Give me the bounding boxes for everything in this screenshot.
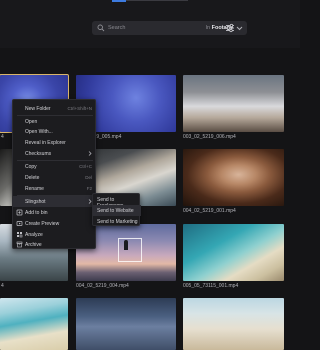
menu-item-shortcut: Ctrl+C: [79, 164, 92, 169]
asset-thumbnail-6[interactable]: [183, 149, 284, 206]
asset-caption-7b: 4: [1, 283, 4, 289]
search-input[interactable]: Search: [108, 25, 125, 31]
menu-item-new-folder[interactable]: New Folder Ctrl+Shift+N: [13, 103, 97, 114]
menu-item-label: Add to bin: [25, 210, 48, 216]
submenu-item-send-to-freelancers[interactable]: Send to Freelancers: [93, 194, 141, 209]
menu-item-label: Open: [25, 119, 38, 125]
menu-item-label: Open With...: [25, 129, 53, 135]
menu-item-archive[interactable]: Archive: [13, 239, 97, 250]
asset-thumbnail-11[interactable]: [76, 298, 176, 350]
menu-item-label: Analyze: [25, 232, 43, 238]
asset-caption-8: 004_02_5219_004.mp4: [76, 283, 129, 289]
preview-icon: [16, 221, 23, 226]
menu-item-label: New Folder: [25, 106, 51, 112]
asset-thumbnail-9[interactable]: [183, 224, 284, 281]
chevron-down-icon[interactable]: [236, 25, 243, 31]
menu-item-copy[interactable]: Copy Ctrl+C: [13, 161, 97, 172]
archive-icon: [16, 241, 23, 248]
menu-item-label: Create Preview: [25, 221, 60, 227]
top-tab-indicator: [112, 0, 188, 2]
menu-item-shortcut: Del: [85, 175, 92, 180]
submenu-item-label: Send to Website: [97, 208, 134, 214]
search-bar[interactable]: Search In Footage: [92, 21, 247, 35]
asset-caption-6: 004_02_5219_001.mp4: [183, 208, 236, 214]
menu-item-shortcut: Ctrl+Shift+N: [67, 106, 92, 111]
submenu-item-label: Send to Marketing: [97, 219, 138, 225]
menu-item-checksums[interactable]: Checksums: [13, 148, 97, 159]
menu-item-label: Rename: [25, 186, 44, 192]
menu-item-label: Reveal in Explorer: [25, 140, 66, 146]
menu-item-label: Archive: [25, 242, 42, 248]
asset-thumbnail-10[interactable]: [0, 298, 68, 350]
asset-caption-3: 003_02_5219_006.mp4: [183, 134, 236, 140]
menu-item-slingshot[interactable]: Slingshot: [13, 196, 97, 207]
active-tab-accent: [112, 0, 126, 2]
submenu-item-send-to-marketing[interactable]: Send to Marketing: [93, 216, 141, 227]
menu-item-create-preview[interactable]: Create Preview: [13, 218, 97, 229]
menu-item-delete[interactable]: Delete Del: [13, 172, 97, 183]
submenu-item-send-to-website[interactable]: Send to Website: [93, 205, 141, 216]
menu-item-add-to-bin[interactable]: Add to bin: [13, 207, 97, 218]
menu-item-label: Checksums: [25, 151, 52, 157]
chevron-right-icon: [88, 151, 92, 156]
menu-item-shortcut: F2: [86, 186, 92, 191]
search-scope-prefix: In: [205, 25, 211, 31]
asset-caption-9: 005_05_73115_001.mp4: [183, 283, 239, 289]
asset-caption-1b: 4: [1, 134, 4, 140]
menu-item-label: Slingshot: [25, 199, 46, 205]
menu-item-label: Delete: [25, 175, 40, 181]
menu-item-reveal-in-explorer[interactable]: Reveal in Explorer: [13, 137, 97, 148]
search-icon: [97, 24, 105, 32]
filter-icon[interactable]: [225, 23, 235, 33]
bin-icon: [16, 209, 23, 216]
menu-item-open-with[interactable]: Open With...: [13, 126, 97, 137]
context-menu: New Folder Ctrl+Shift+N Open Open With..…: [12, 99, 97, 250]
menu-item-rename[interactable]: Rename F2: [13, 183, 97, 194]
asset-thumbnail-12[interactable]: [183, 298, 284, 350]
thumbnail-figure: [124, 240, 128, 250]
top-bar: Search In Footage: [0, 0, 300, 48]
analyze-icon: [17, 232, 23, 238]
slingshot-submenu: Send to Freelancers Send to Website Send…: [92, 193, 141, 227]
media-frame-marker: [118, 238, 142, 262]
asset-thumbnail-3[interactable]: [183, 75, 284, 132]
menu-item-label: Copy: [25, 164, 37, 170]
